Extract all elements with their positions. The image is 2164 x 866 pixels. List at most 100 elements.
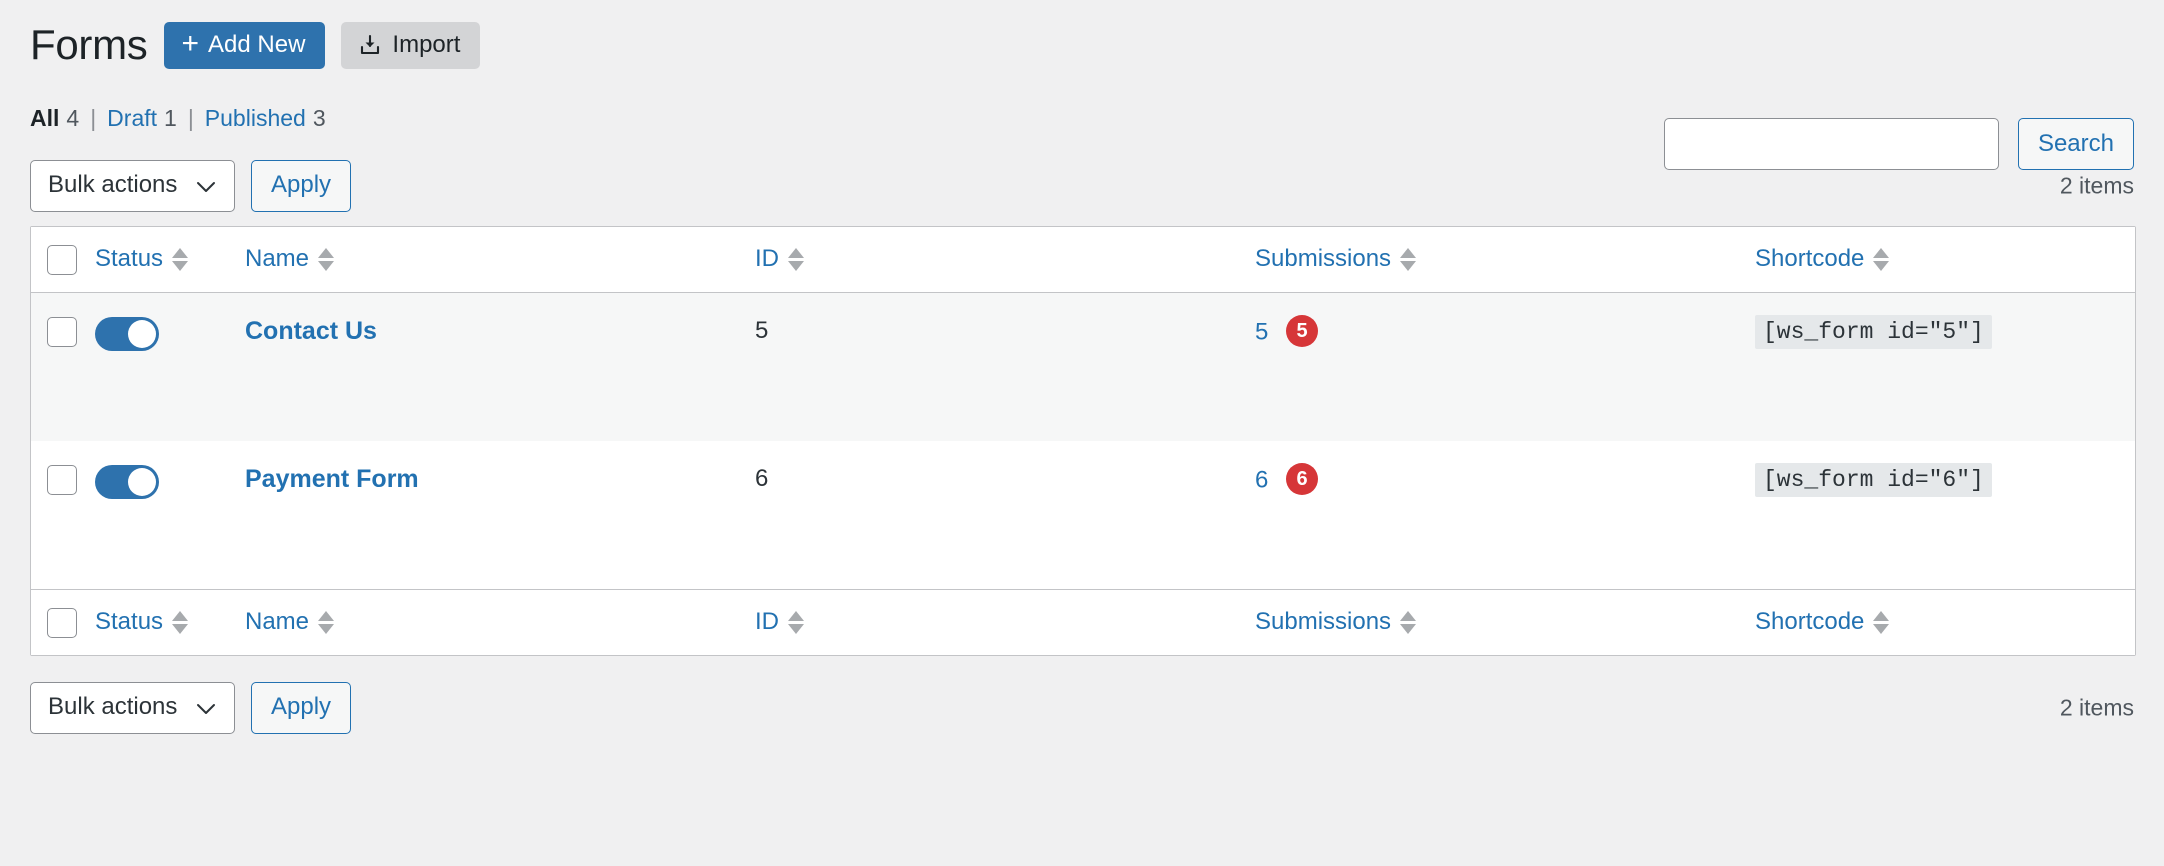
column-label-shortcode-footer: Shortcode bbox=[1755, 608, 1865, 635]
bulk-actions-select-top[interactable]: Bulk actions bbox=[30, 160, 235, 212]
row-shortcode-cell: [ws_form id="6"] bbox=[1755, 441, 2135, 589]
table-body: Contact Us 5 5 5 [ws_form id="5"] Paymen… bbox=[31, 293, 2135, 589]
sort-arrows-icon-submissions bbox=[1400, 247, 1417, 271]
row-name-cell: Payment Form bbox=[245, 441, 755, 589]
column-header-submissions: Submissions bbox=[1255, 227, 1755, 293]
form-name-link[interactable]: Payment Form bbox=[245, 465, 419, 493]
column-label-name-footer: Name bbox=[245, 608, 310, 635]
column-footer-submissions: Submissions bbox=[1255, 589, 1755, 655]
row-checkbox[interactable] bbox=[47, 465, 77, 495]
column-label-id: ID bbox=[755, 245, 779, 272]
row-checkbox-cell bbox=[31, 293, 95, 441]
sort-arrows-icon-shortcode bbox=[1873, 247, 1890, 271]
row-submissions-cell: 5 5 bbox=[1255, 293, 1755, 441]
row-id-cell: 5 bbox=[755, 293, 1255, 441]
column-footer-id: ID bbox=[755, 589, 1255, 655]
tablenav-top: Bulk actions Apply 2 items bbox=[30, 160, 2134, 212]
sort-link-id-footer[interactable]: ID bbox=[755, 608, 804, 636]
shortcode-text[interactable]: [ws_form id="5"] bbox=[1755, 315, 1992, 349]
row-name-cell: Contact Us bbox=[245, 293, 755, 441]
import-download-icon bbox=[358, 33, 382, 57]
sort-link-submissions-footer[interactable]: Submissions bbox=[1255, 608, 1417, 636]
add-new-label: Add New bbox=[208, 31, 306, 58]
column-label-shortcode: Shortcode bbox=[1755, 245, 1865, 272]
table-header-row: Status Name ID Submissions Shortcode bbox=[31, 227, 2135, 293]
submissions-badge: 5 bbox=[1286, 315, 1319, 347]
sort-arrows-icon-submissions-footer bbox=[1400, 610, 1417, 634]
row-checkbox[interactable] bbox=[47, 317, 77, 347]
filter-count-all: 4 bbox=[66, 105, 80, 131]
filter-count-published: 3 bbox=[312, 105, 326, 131]
filter-item-all: All 4 | bbox=[30, 105, 107, 132]
sort-link-status[interactable]: Status bbox=[95, 245, 189, 273]
select-all-checkbox-top[interactable] bbox=[47, 245, 77, 275]
column-label-status: Status bbox=[95, 245, 164, 272]
column-footer-shortcode: Shortcode bbox=[1755, 589, 2135, 655]
filter-item-draft: Draft 1 | bbox=[107, 105, 205, 132]
shortcode-text[interactable]: [ws_form id="6"] bbox=[1755, 463, 1992, 497]
sort-link-shortcode-footer[interactable]: Shortcode bbox=[1755, 608, 1890, 636]
bulk-actions-select-wrap-top: Bulk actions bbox=[30, 160, 235, 212]
row-submissions-cell: 6 6 bbox=[1255, 441, 1755, 589]
forms-list-page: Forms + Add New Import All 4 | Draft 1 |… bbox=[0, 0, 2164, 866]
filter-link-published[interactable]: Published bbox=[205, 105, 306, 132]
select-all-footer bbox=[31, 589, 95, 655]
column-footer-status: Status bbox=[95, 589, 245, 655]
column-header-shortcode: Shortcode bbox=[1755, 227, 2135, 293]
filter-link-draft[interactable]: Draft bbox=[107, 105, 157, 132]
forms-table: Status Name ID Submissions Shortcode Con… bbox=[30, 226, 2136, 656]
sort-arrows-icon-id bbox=[788, 247, 804, 271]
sort-link-status-footer[interactable]: Status bbox=[95, 608, 189, 636]
select-all-checkbox-bottom[interactable] bbox=[47, 608, 77, 638]
sort-link-name-footer[interactable]: Name bbox=[245, 608, 335, 636]
column-label-submissions-footer: Submissions bbox=[1255, 608, 1392, 635]
column-label-name: Name bbox=[245, 245, 310, 272]
column-label-status-footer: Status bbox=[95, 608, 164, 635]
form-name-link[interactable]: Contact Us bbox=[245, 317, 377, 345]
sort-arrows-icon-name-footer bbox=[318, 610, 335, 634]
column-footer-name: Name bbox=[245, 589, 755, 655]
table-footer-row: Status Name ID Submissions Shortcode bbox=[31, 589, 2135, 655]
page-title: Forms bbox=[30, 21, 148, 69]
sort-link-submissions[interactable]: Submissions bbox=[1255, 245, 1417, 273]
row-status-cell bbox=[95, 441, 245, 589]
sort-link-id[interactable]: ID bbox=[755, 245, 804, 273]
submissions-badge: 6 bbox=[1286, 463, 1319, 495]
sort-arrows-icon-name bbox=[318, 247, 335, 271]
table-foot: Status Name ID Submissions Shortcode bbox=[31, 589, 2135, 655]
status-toggle[interactable] bbox=[95, 465, 159, 499]
filter-item-published: Published 3 bbox=[205, 105, 326, 132]
tablenav-bottom: Bulk actions Apply 2 items bbox=[30, 682, 2134, 734]
column-label-id-footer: ID bbox=[755, 608, 779, 635]
sort-link-name[interactable]: Name bbox=[245, 245, 335, 273]
import-button[interactable]: Import bbox=[341, 22, 481, 69]
submissions-link[interactable]: 5 bbox=[1255, 318, 1268, 345]
filter-count-draft: 1 bbox=[164, 105, 177, 131]
submissions-link[interactable]: 6 bbox=[1255, 466, 1268, 493]
row-id-cell: 6 bbox=[755, 441, 1255, 589]
table-row: Contact Us 5 5 5 [ws_form id="5"] bbox=[31, 293, 2135, 441]
bulk-actions-select-wrap-bottom: Bulk actions bbox=[30, 682, 235, 734]
column-header-name: Name bbox=[245, 227, 755, 293]
row-shortcode-cell: [ws_form id="5"] bbox=[1755, 293, 2135, 441]
apply-button-top[interactable]: Apply bbox=[251, 160, 352, 212]
page-header: Forms + Add New Import bbox=[30, 0, 2134, 69]
column-header-status: Status bbox=[95, 227, 245, 293]
sort-link-shortcode[interactable]: Shortcode bbox=[1755, 245, 1890, 273]
sort-arrows-icon-status-footer bbox=[172, 610, 189, 634]
table-head: Status Name ID Submissions Shortcode bbox=[31, 227, 2135, 293]
apply-button-bottom[interactable]: Apply bbox=[251, 682, 352, 734]
sort-arrows-icon-status bbox=[172, 247, 189, 271]
filter-separator-1: | bbox=[90, 105, 97, 131]
add-new-button[interactable]: + Add New bbox=[163, 22, 326, 69]
filter-link-all[interactable]: All bbox=[30, 105, 59, 132]
plus-icon: + bbox=[181, 27, 200, 60]
select-all-header bbox=[31, 227, 95, 293]
column-label-submissions: Submissions bbox=[1255, 245, 1392, 272]
row-status-cell bbox=[95, 293, 245, 441]
status-toggle[interactable] bbox=[95, 317, 159, 351]
bulk-actions-select-bottom[interactable]: Bulk actions bbox=[30, 682, 235, 734]
filter-separator-2: | bbox=[187, 105, 194, 131]
row-checkbox-cell bbox=[31, 441, 95, 589]
table-row: Payment Form 6 6 6 [ws_form id="6"] bbox=[31, 441, 2135, 589]
